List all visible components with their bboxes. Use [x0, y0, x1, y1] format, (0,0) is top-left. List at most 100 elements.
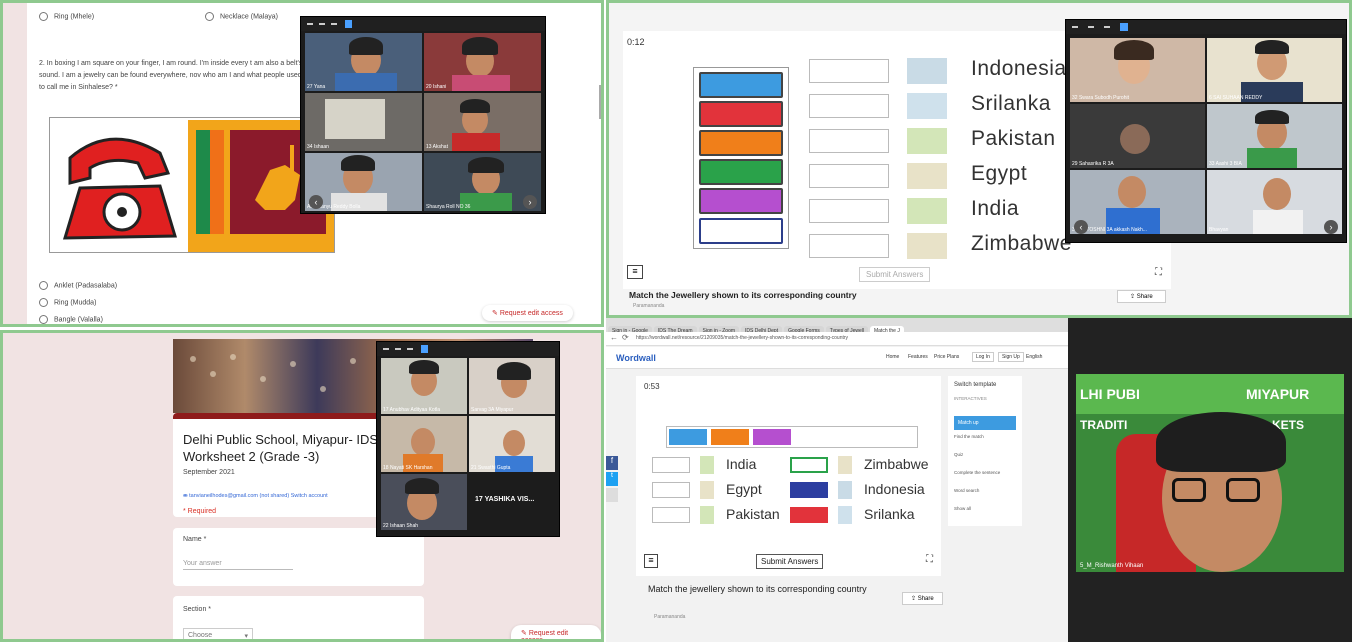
- placed-jewellery-tile[interactable]: [790, 507, 828, 523]
- twitter-icon[interactable]: t: [606, 472, 618, 486]
- answer-slot-1[interactable]: [809, 59, 889, 83]
- share-icon[interactable]: [606, 488, 618, 502]
- map-indonesia-icon: [907, 58, 947, 84]
- reload-icon[interactable]: ⟳: [622, 333, 629, 342]
- fullscreen-icon[interactable]: ⛶: [1155, 267, 1162, 278]
- nav-home[interactable]: Home: [886, 354, 899, 360]
- option-ring-mhele[interactable]: Ring (Mhele): [39, 12, 94, 21]
- fullscreen-icon[interactable]: ⛶: [926, 554, 933, 565]
- wordwall-logo[interactable]: Wordwall: [616, 353, 656, 363]
- switch-template-panel: Switch template INTERACTIVES Match up Fi…: [948, 376, 1022, 526]
- option-ring-mudda[interactable]: Ring (Mudda): [39, 298, 96, 307]
- facebook-icon[interactable]: f: [606, 456, 618, 470]
- section-select[interactable]: Choose ▾: [183, 628, 253, 640]
- video-call-panel: 17 Anubhav Adityaa Kotla Sarvag 3A Miyap…: [376, 341, 560, 537]
- template-item[interactable]: Word search: [954, 488, 979, 493]
- jewellery-button-2[interactable]: [699, 101, 783, 127]
- jewellery-tile[interactable]: [711, 429, 749, 445]
- banner-left-text: LHI PUBI: [1080, 386, 1140, 402]
- next-page-icon[interactable]: ›: [523, 195, 537, 209]
- social-share-bar: f t: [606, 456, 618, 516]
- country-label: Indonesia: [971, 57, 1067, 80]
- option-anklet[interactable]: Anklet (Padasalaba): [39, 281, 117, 290]
- language-select[interactable]: English: [1026, 354, 1042, 360]
- country-label: India: [726, 456, 757, 472]
- grid-view-icon[interactable]: [421, 345, 428, 353]
- prev-page-icon[interactable]: ‹: [309, 195, 323, 209]
- grid-view-icon[interactable]: [345, 20, 352, 28]
- back-icon[interactable]: ←: [610, 333, 618, 342]
- login-button[interactable]: Log In: [972, 352, 994, 362]
- submit-answers-button[interactable]: Submit Answers: [756, 554, 824, 569]
- menu-icon[interactable]: ≡: [644, 554, 658, 568]
- timer: 0:53: [644, 382, 660, 391]
- jewellery-tile[interactable]: [669, 429, 707, 445]
- country-label: Pakistan: [971, 127, 1056, 150]
- answer-slot-5[interactable]: [809, 199, 889, 223]
- question-text: 2. In boxing I am square on your finger,…: [39, 60, 303, 91]
- map-egypt-icon: [700, 481, 714, 499]
- answer-slot[interactable]: [652, 457, 690, 473]
- template-item[interactable]: Show all: [954, 506, 971, 511]
- activity-title: Match the Jewellery shown to its corresp…: [629, 290, 857, 300]
- prev-page-icon[interactable]: ‹: [1074, 220, 1088, 234]
- answer-slot-4[interactable]: [809, 164, 889, 188]
- dropdown-arrow-icon: ▾: [244, 633, 248, 640]
- radio-icon: [205, 12, 214, 21]
- placed-jewellery-tile[interactable]: [790, 482, 828, 498]
- section-question-card: Section * Choose ▾: [173, 596, 424, 640]
- share-button[interactable]: ⇪ Share: [1117, 290, 1166, 303]
- child-hair: [1156, 412, 1286, 472]
- speaker-video: LHI PUBI MIYAPUR TRADITI KETS 5_M_Rishwa…: [1076, 374, 1344, 572]
- drop-tray[interactable]: [666, 426, 918, 448]
- activity-author: Paramananda: [633, 303, 665, 309]
- map-india-icon: [700, 456, 714, 474]
- jewellery-tile[interactable]: [753, 429, 791, 445]
- answer-slot-6[interactable]: [809, 234, 889, 258]
- jewellery-button-6[interactable]: [699, 218, 783, 244]
- name-input[interactable]: Your answer: [183, 560, 293, 570]
- answer-slot-2[interactable]: [809, 94, 889, 118]
- answer-slot[interactable]: [652, 507, 690, 523]
- request-edit-access-button[interactable]: ✎ Request edit access: [511, 625, 601, 639]
- answer-slot-3[interactable]: [809, 129, 889, 153]
- jewellery-button-4[interactable]: [699, 159, 783, 185]
- template-item[interactable]: Find the match: [954, 434, 984, 439]
- activity-author: Paramananda: [654, 614, 686, 620]
- section-label: Section *: [183, 606, 212, 613]
- jewellery-button-5[interactable]: [699, 188, 783, 214]
- request-edit-access-button[interactable]: ✎ Request edit access: [482, 305, 573, 321]
- video-tile: 22 Ishaan Shah: [381, 474, 467, 530]
- banner-sub-left: TRADITI: [1080, 418, 1128, 432]
- url-field[interactable]: https://wordwall.net/resource/21209035/m…: [636, 335, 848, 341]
- wordwall-activity: 0:53 India Egypt Pakistan Zimbabwe Indon…: [636, 376, 941, 576]
- placed-jewellery-tile[interactable]: [790, 457, 828, 473]
- template-item[interactable]: Complete the sentence: [954, 470, 1000, 475]
- map-egypt-icon: [907, 163, 947, 189]
- grid-view-icon[interactable]: [1120, 23, 1128, 31]
- radio-icon: [39, 298, 48, 307]
- telephone-icon: [62, 137, 178, 240]
- template-item[interactable]: Quiz: [954, 452, 963, 457]
- scrollbar[interactable]: [599, 85, 601, 119]
- answer-slot[interactable]: [652, 482, 690, 498]
- submit-answers-button[interactable]: Submit Answers: [859, 267, 931, 282]
- next-page-icon[interactable]: ›: [1324, 220, 1338, 234]
- signup-button[interactable]: Sign Up: [998, 352, 1024, 362]
- glasses-left: [1172, 478, 1206, 502]
- jewellery-button-3[interactable]: [699, 130, 783, 156]
- template-match-up[interactable]: Match up: [954, 416, 1016, 430]
- country-label: Egypt: [971, 162, 1028, 185]
- nav-features[interactable]: Features: [908, 354, 928, 360]
- share-button[interactable]: ⇪ Share: [902, 592, 943, 605]
- video-grid: 32 Swara Subodh Purohit 6 SAI SUHAAN RED…: [1070, 38, 1342, 234]
- video-tile: 13 Akshat: [424, 93, 541, 151]
- nav-price-plans[interactable]: Price Plans: [934, 354, 959, 360]
- jewellery-button-column: [693, 67, 789, 249]
- menu-icon[interactable]: ≡: [627, 265, 643, 279]
- radio-icon: [39, 281, 48, 290]
- video-tile: 33 Aashi 3 BIA: [1207, 104, 1342, 168]
- option-necklace[interactable]: Necklace (Malaya): [205, 12, 278, 21]
- option-bangle[interactable]: Bangle (Valalla): [39, 315, 103, 324]
- jewellery-button-1[interactable]: [699, 72, 783, 98]
